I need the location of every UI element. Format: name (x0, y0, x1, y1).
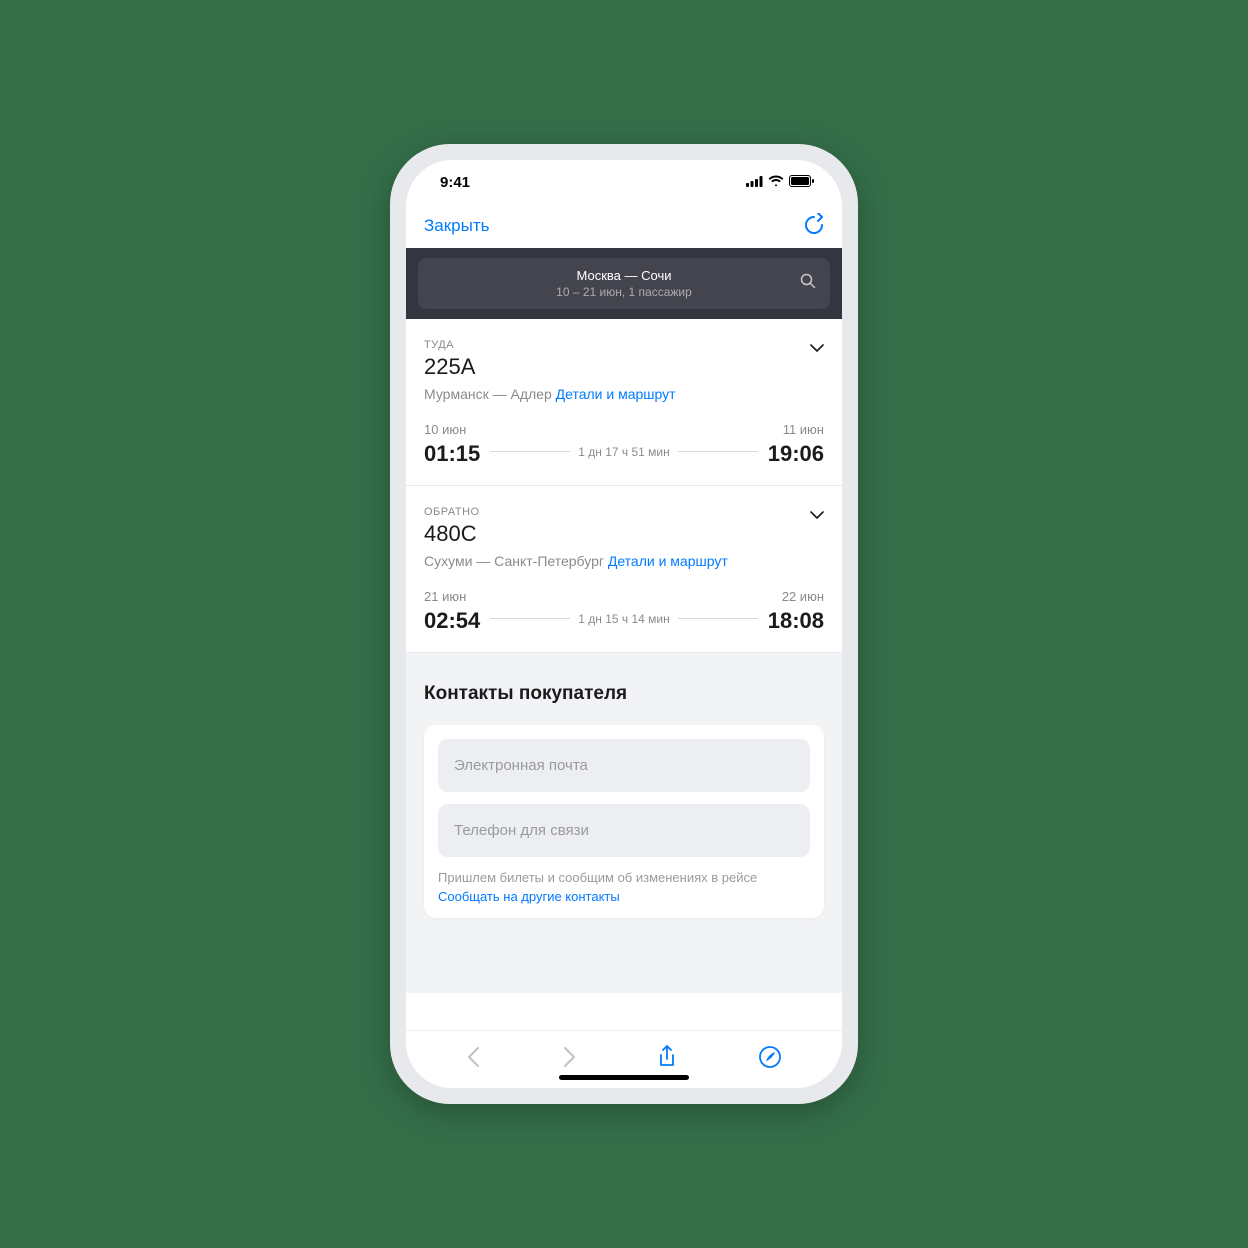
nav-bar: Закрыть (406, 204, 842, 248)
close-button[interactable]: Закрыть (424, 216, 489, 236)
trip-duration: 1 дн 17 ч 51 мин (578, 445, 670, 459)
phone-screen: 9:41 Закрыть Москва — (406, 160, 842, 1088)
chevron-down-icon (810, 506, 824, 524)
refresh-button[interactable] (804, 213, 824, 240)
arrival-time: 18:08 (768, 608, 824, 634)
status-indicators (746, 174, 814, 191)
search-box[interactable]: Москва — Сочи 10 – 21 июн, 1 пассажир (418, 258, 830, 309)
departure-date: 10 июн (424, 422, 480, 437)
arrival-date: 11 июн (768, 422, 824, 437)
trip-route: Сухуми — Санкт-Петербург Детали и маршру… (424, 553, 824, 569)
status-bar: 9:41 (406, 160, 842, 204)
form-note: Пришлем билеты и сообщим об изменениях в… (438, 869, 810, 887)
contacts-section: Контакты покупателя Электронная почта Те… (406, 653, 842, 993)
safari-button[interactable] (759, 1046, 781, 1073)
search-subtitle: 10 – 21 июн, 1 пассажир (432, 285, 816, 299)
trip-number: 225А (424, 354, 475, 380)
signal-icon (746, 174, 763, 191)
email-field[interactable]: Электронная почта (438, 739, 810, 792)
chevron-down-icon (810, 339, 824, 357)
trip-direction-label: ОБРАТНО (424, 506, 480, 518)
trip-duration: 1 дн 15 ч 14 мин (578, 612, 670, 626)
details-link[interactable]: Детали и маршрут (608, 553, 728, 569)
arrival-date: 22 июн (768, 589, 824, 604)
departure-time: 02:54 (424, 608, 480, 634)
section-title: Контакты покупателя (424, 683, 824, 705)
trip-outbound[interactable]: ТУДА 225А Мурманск — Адлер Детали и марш… (406, 319, 842, 486)
search-icon (800, 273, 816, 294)
arrival-time: 19:06 (768, 441, 824, 467)
trip-route: Мурманск — Адлер Детали и маршрут (424, 386, 824, 402)
share-button[interactable] (658, 1045, 676, 1074)
wifi-icon (768, 174, 784, 191)
departure-date: 21 июн (424, 589, 480, 604)
trip-return[interactable]: ОБРАТНО 480С Сухуми — Санкт-Петербург Де… (406, 486, 842, 653)
home-indicator[interactable] (559, 1075, 689, 1080)
battery-icon (789, 174, 814, 191)
back-button[interactable] (467, 1046, 480, 1073)
contacts-form: Электронная почта Телефон для связи Приш… (424, 725, 824, 918)
status-time: 9:41 (440, 174, 470, 191)
phone-field[interactable]: Телефон для связи (438, 804, 810, 857)
trip-direction-label: ТУДА (424, 339, 475, 351)
departure-time: 01:15 (424, 441, 480, 467)
trip-number: 480С (424, 521, 480, 547)
forward-button[interactable] (563, 1046, 576, 1073)
content-area: ТУДА 225А Мурманск — Адлер Детали и марш… (406, 319, 842, 1030)
phone-mockup: 9:41 Закрыть Москва — (390, 144, 858, 1104)
other-contacts-link[interactable]: Сообщать на другие контакты (438, 889, 810, 904)
search-header: Москва — Сочи 10 – 21 июн, 1 пассажир (406, 248, 842, 319)
details-link[interactable]: Детали и маршрут (556, 386, 676, 402)
search-route: Москва — Сочи (432, 268, 816, 283)
